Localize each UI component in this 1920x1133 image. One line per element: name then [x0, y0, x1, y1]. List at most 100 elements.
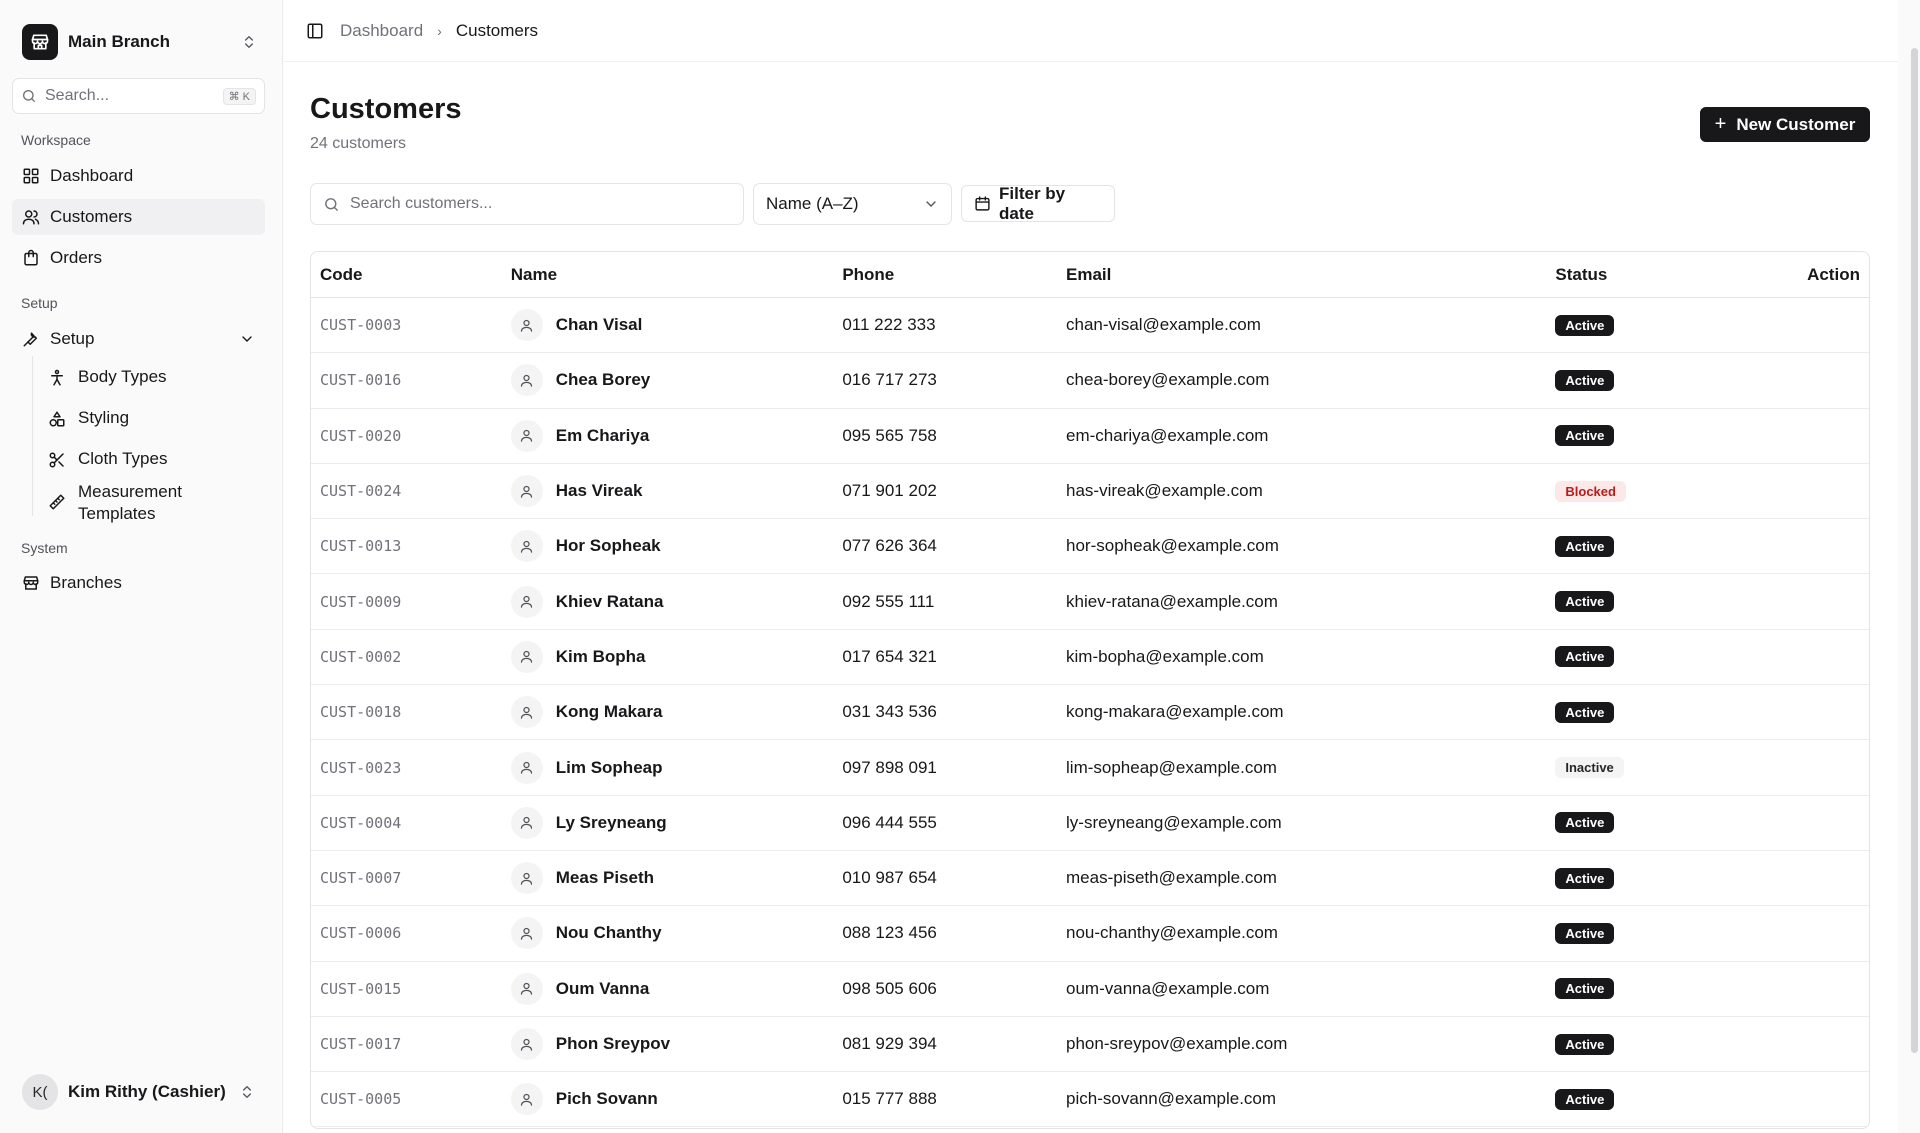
customer-code: CUST-0018: [320, 703, 402, 722]
table-row[interactable]: CUST-0007 Meas Piseth 010 987 654 meas-pise…: [311, 851, 1869, 907]
customer-phone: 098 505 606: [842, 978, 937, 998]
customer-code: CUST-0023: [320, 758, 402, 777]
table-row[interactable]: CUST-0013 Hor Sopheak 077 626 364 hor-sophe…: [311, 519, 1869, 575]
table-row[interactable]: CUST-0003 Chan Visal 011 222 333 chan-visal…: [311, 298, 1869, 354]
sidebar-item-customers[interactable]: Customers: [12, 199, 265, 235]
branch-name: Main Branch: [68, 32, 171, 51]
scrollbar-thumb[interactable]: [1911, 48, 1918, 1053]
table-row[interactable]: CUST-0004 Ly Sreyneang 096 444 555 ly-sreyn…: [311, 796, 1869, 851]
sidebar-group-setup[interactable]: Setup: [12, 321, 265, 357]
table-row[interactable]: CUST-0006 Nou Chanthy 088 123 456 nou-chant…: [311, 906, 1869, 962]
sidebar-item-styling[interactable]: Styling: [44, 408, 265, 428]
customer-phone: 096 444 555: [842, 812, 937, 832]
customer-email: phon-sreypov@example.com: [1066, 1034, 1288, 1053]
column-header-email[interactable]: Email: [1066, 265, 1555, 285]
sidebar-item-dashboard[interactable]: Dashboard: [12, 158, 265, 194]
sidebar-item-label: Customers: [50, 207, 133, 226]
table-row[interactable]: CUST-0020 Em Chariya 095 565 758 em-chariya…: [311, 409, 1869, 464]
person-icon: [48, 369, 66, 387]
status-badge: Active: [1555, 646, 1615, 668]
customer-email: chea-borey@example.com: [1066, 370, 1270, 390]
table-row[interactable]: CUST-0009 Khiev Ratana 092 555 111 khiev-ra…: [311, 574, 1869, 630]
customer-name: Em Chariya: [555, 425, 650, 445]
filter-by-date-label: Filter by date: [999, 183, 1066, 223]
customer-name-cell: Meas Piseth: [510, 862, 843, 895]
customer-name-cell: Hor Sopheak: [510, 530, 843, 563]
customer-name: Kim Bopha: [555, 646, 646, 666]
page-scrollbar[interactable]: [1908, 0, 1920, 1133]
customer-email: lim-sopheap@example.com: [1066, 757, 1277, 777]
sidebar-item-cloth-types[interactable]: Cloth Types: [44, 449, 265, 469]
customer-name-cell: Oum Vanna: [510, 972, 843, 1005]
sidebar-item-measurement-templates[interactable]: Measurement Templates: [44, 481, 265, 525]
status-cell: Active: [1555, 369, 1755, 391]
store-icon: [22, 574, 40, 592]
user-icon: [510, 806, 543, 839]
table-row[interactable]: CUST-0002 Kim Bopha 017 654 321 kim-bopha@e…: [311, 630, 1869, 686]
customer-code: CUST-0024: [320, 482, 402, 501]
sidebar-item-label: Dashboard: [50, 166, 134, 185]
sidebar-search[interactable]: Search... ⌘ K: [12, 78, 265, 114]
table-row[interactable]: CUST-0024 Has Vireak 071 901 202 has-vireak…: [311, 464, 1869, 520]
status-badge: Active: [1555, 591, 1615, 613]
main-content: Dashboard › Customers Customers 24 custo…: [284, 0, 1898, 1133]
search-shortcut: ⌘ K: [222, 87, 256, 105]
customer-count: 24 customers: [310, 135, 407, 152]
sidebar-item-branches[interactable]: Branches: [12, 565, 265, 601]
table-row[interactable]: CUST-0005 Pich Sovann 015 777 888 pich-sova…: [311, 1072, 1869, 1128]
user-icon: [510, 585, 543, 618]
table-row[interactable]: CUST-0016 Chea Borey 016 717 273 chea-borey…: [311, 353, 1869, 409]
customer-name: Lim Sopheap: [555, 757, 663, 777]
sidebar-toggle-icon[interactable]: [306, 22, 324, 40]
status-cell: Active: [1555, 425, 1755, 447]
sidebar-item-orders[interactable]: Orders: [12, 240, 265, 276]
customer-search-input[interactable]: Search customers...: [310, 183, 744, 225]
sidebar-item-label: Measurement Templates: [78, 482, 182, 523]
breadcrumb-link-dashboard[interactable]: Dashboard: [340, 21, 423, 41]
customer-email: has-vireak@example.com: [1066, 481, 1263, 501]
user-icon: [510, 309, 543, 342]
status-cell: Active: [1555, 978, 1755, 1000]
sidebar-item-label: Setup: [50, 329, 95, 348]
status-badge: Active: [1555, 978, 1615, 1000]
column-header-name[interactable]: Name: [511, 265, 843, 285]
branch-switcher[interactable]: Main Branch: [12, 14, 267, 70]
column-header-phone[interactable]: Phone: [842, 265, 1066, 285]
customer-email: chan-visal@example.com: [1066, 315, 1261, 335]
user-menu[interactable]: K( Kim Rithy (Cashier): [12, 1070, 265, 1114]
status-badge: Active: [1555, 701, 1615, 723]
customer-code: CUST-0013: [320, 537, 402, 556]
sidebar: Main Branch Search... ⌘ K Workspace Dash…: [0, 0, 283, 1133]
sidebar-item-body-types[interactable]: Body Types: [44, 367, 265, 387]
customer-email: meas-piseth@example.com: [1066, 868, 1277, 888]
table-row[interactable]: CUST-0018 Kong Makara 031 343 536 kong-maka…: [311, 685, 1869, 741]
customer-name: Chan Visal: [555, 315, 643, 335]
filter-by-date-button[interactable]: Filter by date: [961, 183, 1115, 223]
status-cell: Active: [1555, 922, 1755, 944]
new-customer-button[interactable]: + New Customer: [1700, 107, 1870, 142]
column-header-status[interactable]: Status: [1555, 265, 1755, 285]
chevron-down-icon: [242, 336, 252, 342]
sort-select[interactable]: Name (A–Z): [753, 183, 952, 225]
section-label-workspace: Workspace: [21, 132, 91, 148]
section-label-system: System: [21, 540, 68, 556]
status-badge: Active: [1555, 369, 1615, 391]
table-row[interactable]: CUST-0015 Oum Vanna 098 505 606 oum-vanna@e…: [311, 962, 1869, 1017]
status-cell: Active: [1555, 314, 1755, 336]
sidebar-item-label: Branches: [50, 573, 122, 592]
table-row[interactable]: CUST-0017 Phon Sreypov 081 929 394 phon-sre…: [311, 1017, 1869, 1073]
column-header-code[interactable]: Code: [311, 265, 511, 285]
customer-phone: 071 901 202: [842, 481, 937, 501]
customer-name: Chea Borey: [555, 370, 651, 390]
scissors-icon: [48, 451, 66, 469]
customer-email: kim-bopha@example.com: [1066, 646, 1264, 666]
table-row[interactable]: CUST-0023 Lim Sopheap 097 898 091 lim-sophe…: [311, 740, 1869, 796]
search-icon: [325, 197, 338, 211]
wrench-icon: [22, 330, 40, 348]
status-cell: Active: [1555, 591, 1755, 613]
store-icon: [22, 24, 58, 60]
status-badge: Active: [1555, 1033, 1615, 1055]
customer-code: CUST-0004: [320, 813, 402, 832]
customer-email: oum-vanna@example.com: [1066, 978, 1270, 998]
customer-code: CUST-0002: [320, 647, 402, 666]
